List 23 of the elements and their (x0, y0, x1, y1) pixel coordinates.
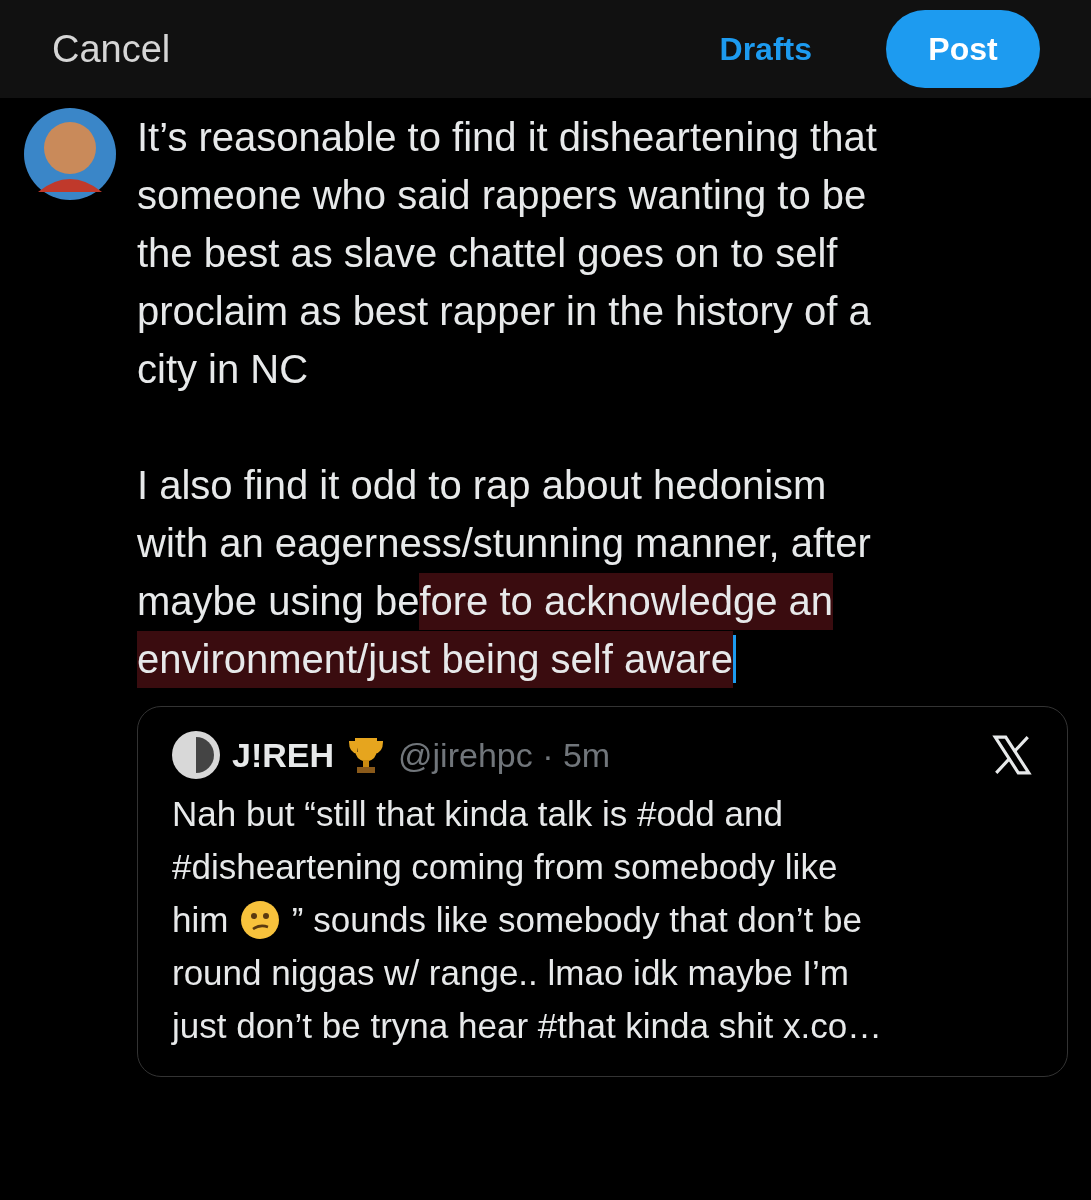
confused-emoji-icon (240, 899, 281, 940)
quote-text: him (172, 899, 230, 940)
body-text-line: with an eagerness/stunning manner, after (137, 520, 871, 566)
avatar-icon (172, 731, 220, 779)
body-text-line: maybe using before to acknowledge an (137, 572, 834, 630)
quoted-post-card[interactable] (137, 706, 1068, 1077)
body-text-line: someone who said rappers wanting to be (137, 172, 867, 218)
quote-text: round niggas w/ range.. lmao idk maybe I’m (172, 952, 849, 993)
drafts-button[interactable]: Drafts (719, 30, 812, 68)
quote-text: Nah but “still that kinda talk is #odd and (172, 793, 783, 834)
cancel-button[interactable]: Cancel (52, 27, 171, 71)
author-handle: @jirehpc · 5m (398, 735, 611, 775)
quote-text: ” sounds like somebody that don’t be (290, 899, 862, 940)
quote-text: #disheartening coming from somebody like (172, 846, 838, 887)
quote-text: just don’t be tryna hear #that kinda shit x.co… (172, 1005, 883, 1046)
body-text-line: the best as slave chattel goes on to self (137, 230, 838, 276)
x-icon (991, 734, 1033, 776)
body-text-line: It’s reasonable to find it disheartening that (137, 114, 877, 160)
body-text-line: I also find it odd to rap about hedonism (137, 462, 827, 508)
body-text-line: city in NC (137, 346, 309, 392)
avatar-icon (24, 108, 116, 200)
author-name: J!REH (232, 735, 335, 775)
body-text-line: proclaim as best rapper in the history of a (137, 288, 871, 334)
